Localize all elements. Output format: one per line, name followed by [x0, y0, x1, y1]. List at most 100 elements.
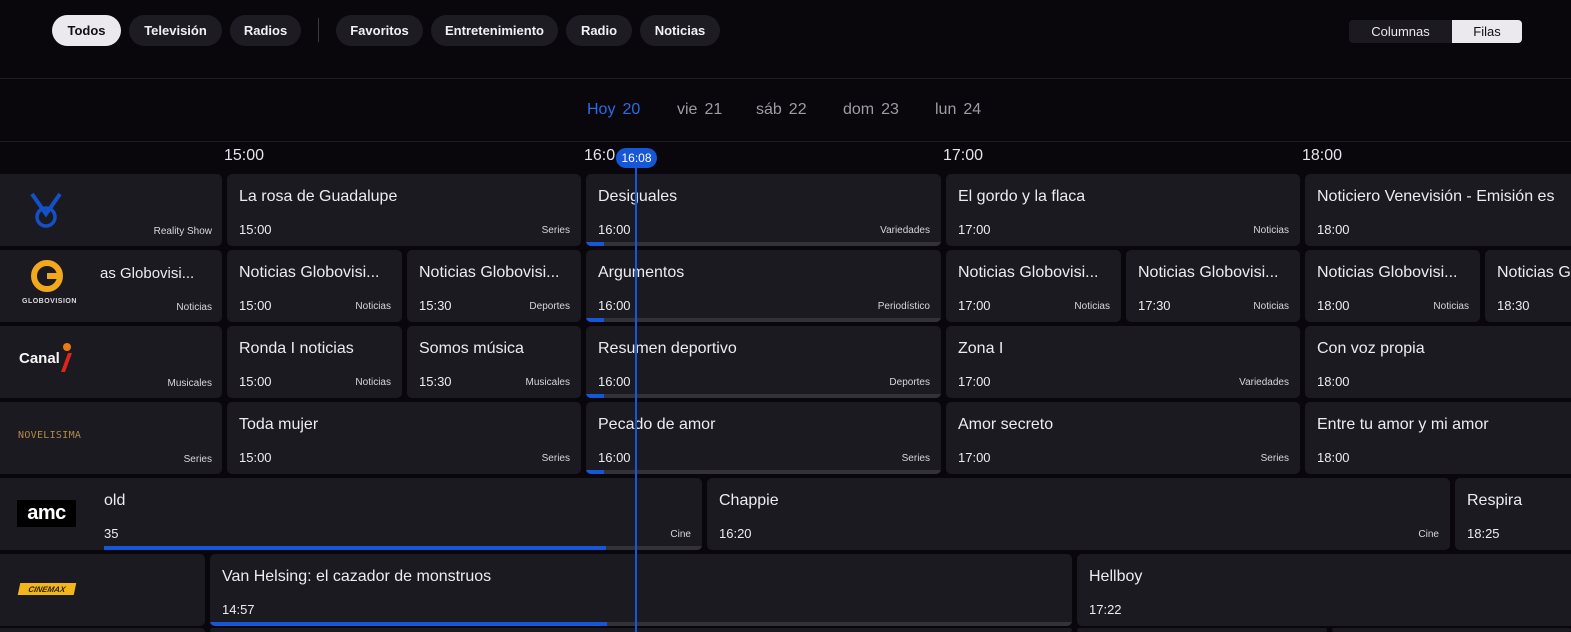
program-card[interactable]: Noticias Globovisi... 17:30 Noticias: [1126, 250, 1300, 322]
filter-divider: [318, 18, 319, 42]
program-title: Noticiero Venevisión - Emisión es: [1317, 188, 1555, 205]
program-time: 16:00: [598, 222, 631, 237]
channel-row-amc: old 35 Cine amc Chappie 16:20 Cine Respi…: [0, 478, 1571, 550]
channel-logo-cell[interactable]: Canal Musicales: [0, 326, 222, 398]
program-title: Somos música: [419, 340, 524, 357]
date-sab[interactable]: sáb 22: [756, 101, 807, 119]
channel-logo-cell[interactable]: NOVELISIMA Series: [0, 402, 222, 474]
date-number: 23: [881, 101, 899, 118]
program-genre: Noticias: [1253, 225, 1289, 236]
view-rows-button[interactable]: Filas: [1452, 20, 1522, 43]
cinemax-logo: CINEMAX: [17, 583, 77, 595]
program-card[interactable]: Pecado de amor 16:00 Series: [586, 402, 941, 474]
program-card[interactable]: El gordo y la flaca 17:00 Noticias: [946, 174, 1300, 246]
program-genre: Series: [541, 453, 570, 464]
filter-chip-noticias[interactable]: Noticias: [640, 15, 720, 46]
program-progress-bar: [586, 318, 941, 322]
program-genre: Cine: [670, 529, 691, 540]
program-genre: Reality Show: [153, 226, 212, 237]
program-time: 16:20: [719, 526, 752, 541]
program-title: Entre tu amor y mi amor: [1317, 416, 1489, 433]
program-time: 15:30: [419, 374, 452, 389]
program-genre: Noticias: [355, 301, 391, 312]
date-number: 21: [704, 101, 723, 118]
program-card[interactable]: old 35 Cine: [0, 478, 702, 550]
program-card[interactable]: [0, 628, 205, 632]
date-day: dom: [843, 101, 875, 118]
program-card[interactable]: [1077, 628, 1327, 632]
program-card[interactable]: La rosa de Guadalupe 15:00 Series: [227, 174, 581, 246]
program-genre: Deportes: [529, 301, 570, 312]
program-card[interactable]: Desiguales 16:00 Variedades: [586, 174, 941, 246]
program-card[interactable]: Argumentos 16:00 Periodístico: [586, 250, 941, 322]
program-title: Pecado de amor: [598, 416, 716, 433]
program-card[interactable]: Noticias Globovisi... 17:00 Noticias: [946, 250, 1121, 322]
date-today[interactable]: Hoy 20: [587, 101, 640, 119]
program-card[interactable]: Noticias G 18:30: [1485, 250, 1571, 322]
program-card[interactable]: Amor secreto 17:00 Series: [946, 402, 1300, 474]
program-genre: Noticias: [176, 302, 212, 313]
program-time: 17:00: [958, 298, 991, 313]
date-lun[interactable]: lun 24: [935, 101, 981, 119]
filter-chip-favoritos[interactable]: Favoritos: [336, 15, 423, 46]
program-card[interactable]: Somos música 15:30 Musicales: [407, 326, 581, 398]
date-vie[interactable]: vie 21: [677, 101, 722, 119]
filter-chip-todos[interactable]: Todos: [52, 15, 121, 46]
program-card[interactable]: Noticiero Venevisión - Emisión es 18:00: [1305, 174, 1571, 246]
progress-fill: [586, 318, 604, 322]
program-time: 14:57: [222, 602, 255, 617]
timeline: 15:00 16:0 17:00 18:00: [0, 143, 1571, 171]
progress-fill: [104, 546, 607, 550]
program-card[interactable]: Resumen deportivo 16:00 Deportes: [586, 326, 941, 398]
current-time-badge: 16:08: [616, 148, 657, 168]
program-card[interactable]: Chappie 16:20 Cine: [707, 478, 1450, 550]
program-time: 18:00: [1317, 374, 1350, 389]
channel-logo-cell[interactable]: Reality Show: [0, 174, 222, 246]
program-card[interactable]: Van Helsing: el cazador de monstruos 14:…: [210, 554, 1072, 626]
program-genre: Series: [901, 453, 930, 464]
program-time: 17:22: [1089, 602, 1122, 617]
program-card[interactable]: Toda mujer 15:00 Series: [227, 402, 581, 474]
time-tick: 17:00: [943, 147, 984, 164]
program-card[interactable]: Noticias Globovisi... 15:30 Deportes: [407, 250, 581, 322]
channel-logo-cell[interactable]: CINEMAX: [0, 554, 205, 626]
view-toggle: Columnas Filas: [1349, 20, 1522, 43]
program-title: Noticias Globovisi...: [958, 264, 1099, 281]
program-card[interactable]: Hellboy 17:22: [1077, 554, 1571, 626]
date-number: 22: [788, 101, 807, 118]
program-title: Van Helsing: el cazador de monstruos: [222, 568, 492, 585]
program-genre: Series: [183, 454, 212, 465]
program-time: 16:00: [598, 374, 631, 389]
date-dom[interactable]: dom 23: [843, 101, 899, 119]
program-title: La rosa de Guadalupe: [239, 188, 398, 205]
channel-row-cinemax: CINEMAX Van Helsing: el cazador de monst…: [0, 554, 1571, 626]
program-time: 18:25: [1467, 526, 1500, 541]
progress-fill: [586, 394, 604, 398]
program-card[interactable]: Entre tu amor y mi amor 18:00: [1305, 402, 1571, 474]
program-card[interactable]: Ronda I noticias 15:00 Noticias: [227, 326, 402, 398]
date-number: 24: [963, 101, 982, 118]
program-time: 15:00: [239, 298, 272, 313]
progress-fill: [586, 242, 604, 246]
program-title: Amor secreto: [958, 416, 1054, 433]
program-card[interactable]: [210, 628, 1072, 632]
program-card[interactable]: Noticias Globovisi... 15:00 Noticias: [227, 250, 402, 322]
channel-logo-cell[interactable]: as Globovisi... GLOBOVISION Noticias: [0, 250, 222, 322]
program-title: Noticias Globovisi...: [419, 264, 560, 281]
program-card[interactable]: Noticias Globovisi... 18:00 Noticias: [1305, 250, 1480, 322]
filter-chip-entretenimiento[interactable]: Entretenimiento: [431, 15, 558, 46]
view-columns-button[interactable]: Columnas: [1349, 20, 1452, 43]
program-time: 15:30: [419, 298, 452, 313]
program-title: Zona I: [958, 340, 1004, 357]
program-card[interactable]: Zona I 17:00 Variedades: [946, 326, 1300, 398]
program-card[interactable]: Con voz propia 18:00: [1305, 326, 1571, 398]
filter-chip-television[interactable]: Televisión: [129, 15, 222, 46]
canal-i-logo-text: Canal: [19, 350, 60, 367]
date-number: 20: [622, 101, 641, 118]
filter-chip-radios[interactable]: Radios: [230, 15, 301, 46]
filter-chip-radio[interactable]: Radio: [566, 15, 632, 46]
program-card[interactable]: Respira 18:25: [1455, 478, 1571, 550]
program-time: 15:00: [239, 450, 272, 465]
program-genre: Noticias: [1074, 301, 1110, 312]
program-card[interactable]: [1332, 628, 1571, 632]
